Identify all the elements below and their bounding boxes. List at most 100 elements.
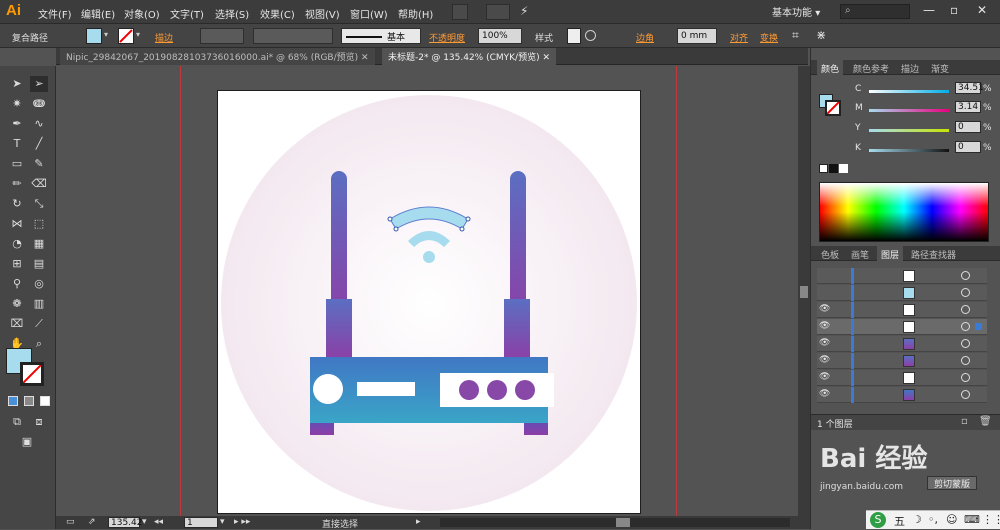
white-swatch[interactable] (839, 164, 848, 173)
eye-icon[interactable]: 👁 (819, 355, 830, 365)
none-swatch[interactable] (819, 164, 828, 173)
eye-icon[interactable]: 👁 (819, 372, 830, 382)
rectangle-tool-icon[interactable]: ▭ (8, 156, 26, 172)
menu-window[interactable]: 窗口(W) (350, 6, 388, 21)
stroke-dropdown-icon[interactable]: ▾ (136, 30, 140, 39)
layer-row[interactable] (817, 268, 987, 284)
status-menu-icon[interactable]: ▸ (416, 517, 421, 527)
layer-row[interactable]: 👁 (817, 353, 987, 369)
anchor-point[interactable] (465, 216, 471, 222)
corner-label[interactable]: 边角 (636, 31, 654, 44)
target-icon[interactable] (961, 322, 970, 331)
black-swatch[interactable] (829, 164, 838, 173)
target-icon[interactable] (961, 373, 970, 382)
eye-icon[interactable]: 👁 (819, 338, 830, 348)
export-icon[interactable]: ⇗ (88, 517, 96, 527)
magenta-slider[interactable] (869, 109, 949, 112)
ime-mode-icon[interactable]: 五 (894, 513, 905, 529)
stroke-weight-field[interactable] (200, 28, 244, 44)
draw-behind-icon[interactable]: ⧈ (30, 414, 48, 430)
color-spectrum[interactable] (819, 182, 989, 242)
maximize-icon[interactable]: ▫ (950, 3, 958, 17)
curvature-tool-icon[interactable]: ∿ (30, 116, 48, 132)
target-icon[interactable] (961, 305, 970, 314)
anchor-point[interactable] (387, 216, 393, 222)
blend-tool-icon[interactable]: ◎ (30, 276, 48, 292)
graph-tool-icon[interactable]: ▥ (30, 296, 48, 312)
magenta-value[interactable]: 3.14 (955, 101, 981, 113)
target-icon[interactable] (961, 288, 970, 297)
router-illustration[interactable] (218, 91, 640, 513)
menu-help[interactable]: 帮助(H) (398, 6, 433, 21)
menu-object[interactable]: 对象(O) (124, 6, 160, 21)
menu-view[interactable]: 视图(V) (305, 6, 340, 21)
workspace-switcher[interactable]: 基本功能 ▾ (772, 4, 820, 19)
punctuation-icon[interactable]: ◦, (928, 513, 938, 526)
perspective-grid-icon[interactable]: ▦ (30, 236, 48, 252)
canvas-area[interactable] (56, 66, 798, 516)
yellow-value[interactable]: 0 (955, 121, 981, 133)
tab-layers[interactable]: 图层 (877, 246, 904, 261)
gpu-icon[interactable]: ⚡ (520, 4, 528, 18)
zoom-field[interactable]: 135.42 (108, 517, 143, 528)
tab-color-guide[interactable]: 颜色参考 (849, 60, 893, 75)
menu-type[interactable]: 文字(T) (170, 6, 204, 21)
layer-row[interactable] (817, 285, 987, 301)
line-tool-icon[interactable]: ╱ (30, 136, 48, 152)
selection-tool-icon[interactable]: ➤ (8, 76, 26, 92)
opacity-field[interactable]: 100% (478, 28, 522, 44)
moon-icon[interactable]: ☽ (912, 513, 922, 526)
transform-link[interactable]: 变换 (760, 31, 778, 44)
eye-icon[interactable]: 👁 (819, 389, 830, 399)
none-mode-icon[interactable] (40, 396, 50, 406)
fill-dropdown-icon[interactable]: ▾ (104, 30, 108, 39)
gradient-tool-icon[interactable]: ▤ (30, 256, 48, 272)
slice-tool-icon[interactable]: ⟋ (30, 316, 48, 332)
emoji-icon[interactable]: ☺ (946, 513, 957, 526)
artboard-tool-icon[interactable]: ⌧ (8, 316, 26, 332)
bridge-button[interactable] (452, 4, 468, 20)
zoom-tool-icon[interactable]: ⌕ (30, 336, 48, 352)
eraser-icon[interactable]: ⌫ (30, 176, 48, 192)
artboard-number-field[interactable]: 1 (184, 517, 218, 528)
eye-icon[interactable]: 👁 (819, 304, 830, 314)
eyedropper-icon[interactable]: ⚲ (8, 276, 26, 292)
menu-select[interactable]: 选择(S) (215, 6, 249, 21)
brush-definition[interactable]: 基本 (341, 28, 421, 44)
color-mode-icon[interactable] (8, 396, 18, 406)
anchor-point[interactable] (393, 226, 399, 232)
vertical-scroll-thumb[interactable] (800, 286, 808, 298)
pencil-icon[interactable]: ✏ (8, 176, 26, 192)
graphic-style-swatch[interactable] (567, 28, 581, 44)
rotate-tool-icon[interactable]: ↻ (8, 196, 26, 212)
artboard[interactable] (217, 90, 641, 514)
tab-pathfinder[interactable]: 路径查找器 (907, 246, 960, 261)
stroke-swatch[interactable] (118, 28, 134, 44)
search-input[interactable]: ⌕ (840, 4, 910, 19)
arrange-documents-button[interactable] (486, 4, 510, 20)
keyboard-icon[interactable]: ⌨ (964, 513, 980, 526)
fill-swatch[interactable] (86, 28, 102, 44)
pen-tool-icon[interactable]: ✒ (8, 116, 26, 132)
eye-icon[interactable]: 👁 (819, 321, 830, 331)
selection-indicator[interactable] (975, 323, 982, 330)
cyan-value[interactable]: 34.51 (955, 82, 984, 94)
target-icon[interactable] (961, 390, 970, 399)
layer-row[interactable]: 👁 (817, 336, 987, 352)
tab-nipic[interactable]: Nipic_29842067_20190828103736016000.ai* … (60, 48, 375, 65)
tab-swatches[interactable]: 色板 (817, 246, 843, 261)
paintbrush-icon[interactable]: ✎ (30, 156, 48, 172)
stroke-color-box[interactable] (20, 362, 44, 386)
anchor-point[interactable] (459, 226, 465, 232)
tab-stroke[interactable]: 描边 (897, 60, 923, 75)
menu-file[interactable]: 文件(F) (38, 6, 72, 21)
align-link[interactable]: 对齐 (730, 31, 748, 44)
isolate-icon[interactable]: ⌗ (792, 28, 799, 43)
width-tool-icon[interactable]: ⋈ (8, 216, 26, 232)
make-mask-button[interactable]: 剪切蒙版 (927, 476, 977, 490)
horizontal-scrollbar[interactable] (440, 518, 790, 527)
artboard-dropdown-icon[interactable]: ▾ (220, 517, 225, 527)
target-icon[interactable] (961, 339, 970, 348)
zoom-dropdown-icon[interactable]: ▾ (142, 517, 147, 527)
tab-untitled-2[interactable]: 未标题-2* @ 135.42% (CMYK/预览) ✕ (382, 48, 557, 65)
